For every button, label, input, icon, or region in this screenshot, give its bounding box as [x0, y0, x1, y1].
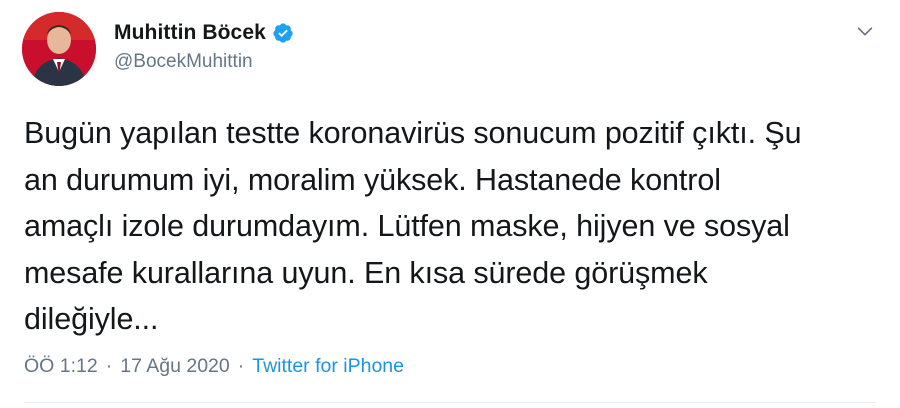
tweet-meta: ÖÖ 1:12 · 17 Ağu 2020 · Twitter for iPho… — [24, 355, 404, 378]
author-handle[interactable]: @BocekMuhittin — [114, 51, 253, 73]
tweet-text: Bugün yapılan testte koronavirüs sonucum… — [24, 116, 802, 336]
tweet-time[interactable]: ÖÖ 1:12 — [24, 355, 98, 378]
author-name-row[interactable]: Muhittin Böcek — [114, 20, 294, 46]
divider — [24, 402, 876, 403]
tweet-source-link[interactable]: Twitter for iPhone — [252, 355, 404, 378]
avatar-image — [22, 12, 96, 86]
meta-separator: · — [105, 355, 113, 377]
verified-badge-icon — [273, 23, 293, 43]
avatar[interactable] — [22, 12, 96, 86]
chevron-down-icon[interactable] — [854, 20, 876, 42]
tweet-date[interactable]: 17 Ağu 2020 — [120, 355, 230, 378]
tweet-card: Muhittin Böcek @BocekMuhittin Bugün yapı… — [0, 0, 900, 408]
meta-separator: · — [237, 355, 245, 377]
display-name[interactable]: Muhittin Böcek — [114, 21, 266, 45]
